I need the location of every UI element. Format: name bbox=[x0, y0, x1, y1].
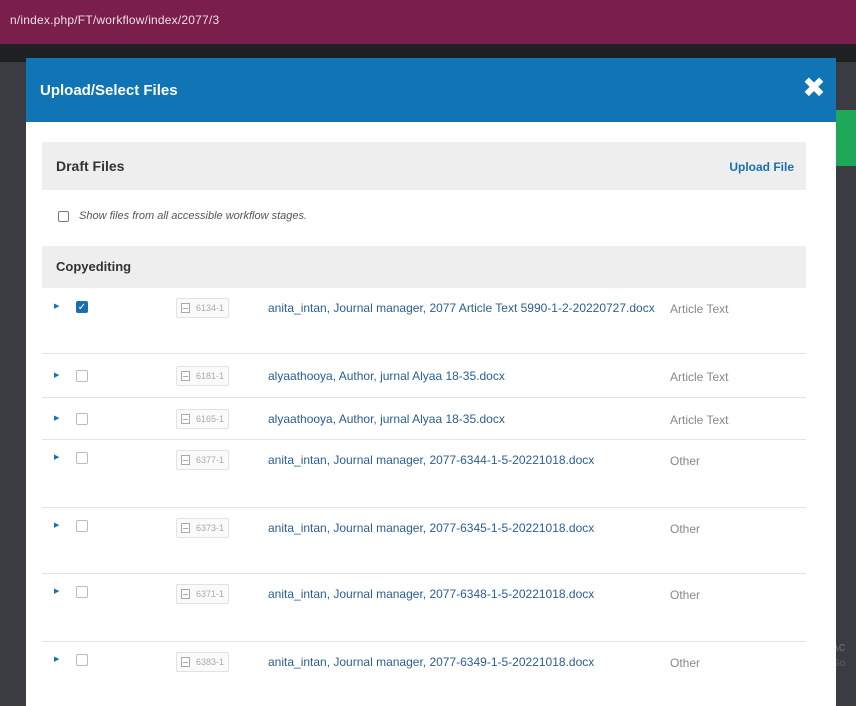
upload-file-link[interactable]: Upload File bbox=[729, 160, 794, 174]
file-name-link[interactable]: anita_intan, Journal manager, 2077 Artic… bbox=[176, 298, 656, 319]
page-left-edge bbox=[0, 62, 26, 706]
file-checkbox[interactable] bbox=[76, 413, 88, 425]
file-row: ▶ 6165-1 alyaathooya, Author, jurnal Aly… bbox=[42, 398, 806, 440]
file-row: ▶ 6383-1 anita_intan, Journal manager, 2… bbox=[42, 642, 806, 706]
expand-arrow-icon[interactable]: ▶ bbox=[54, 655, 59, 663]
modal-header: Upload/Select Files ✖ bbox=[26, 58, 836, 122]
file-name-link[interactable]: anita_intan, Journal manager, 2077-6348-… bbox=[176, 584, 656, 605]
close-icon[interactable]: ✖ bbox=[800, 74, 828, 102]
file-name: anita_intan, Journal manager, 2077-6348-… bbox=[268, 587, 595, 601]
file-checkbox[interactable] bbox=[76, 452, 88, 464]
file-type: Other bbox=[670, 522, 701, 536]
url-text: n/index.php/FT/workflow/index/2077/3 bbox=[10, 13, 220, 27]
file-checkbox[interactable] bbox=[76, 586, 88, 598]
file-type: Article Text bbox=[670, 302, 729, 316]
expand-arrow-icon[interactable]: ▶ bbox=[54, 302, 59, 310]
expand-arrow-icon[interactable]: ▶ bbox=[54, 414, 59, 422]
file-row: ▶ 6377-1 anita_intan, Journal manager, 2… bbox=[42, 440, 806, 508]
file-name: alyaathooya, Author, jurnal Alyaa 18-35.… bbox=[268, 369, 505, 383]
file-type: Article Text bbox=[670, 370, 729, 384]
file-checkbox[interactable]: ✓ bbox=[76, 301, 88, 313]
file-row: ▶ ✓ 6134-1 anita_intan, Journal manager,… bbox=[42, 290, 806, 354]
expand-arrow-icon[interactable]: ▶ bbox=[54, 453, 59, 461]
expand-arrow-icon[interactable]: ▶ bbox=[54, 371, 59, 379]
file-type: Article Text bbox=[670, 413, 729, 427]
page-green-button bbox=[836, 110, 856, 166]
file-name: anita_intan, Journal manager, 2077-6345-… bbox=[268, 521, 595, 535]
upload-select-files-modal: Upload/Select Files ✖ Draft Files Upload… bbox=[26, 58, 836, 706]
expand-arrow-icon[interactable]: ▶ bbox=[54, 587, 59, 595]
file-row: ▶ 6373-1 anita_intan, Journal manager, 2… bbox=[42, 508, 806, 574]
file-list: ▶ ✓ 6134-1 anita_intan, Journal manager,… bbox=[42, 290, 806, 706]
show-all-files-checkbox[interactable] bbox=[58, 210, 69, 222]
draft-files-title: Draft Files bbox=[56, 158, 125, 174]
file-checkbox[interactable] bbox=[76, 370, 88, 382]
modal-title: Upload/Select Files bbox=[40, 82, 178, 99]
file-row: ▶ 6181-1 alyaathooya, Author, jurnal Aly… bbox=[42, 354, 806, 398]
copyediting-header: Copyediting bbox=[42, 246, 806, 288]
show-all-files-option[interactable]: Show files from all accessible workflow … bbox=[58, 210, 307, 222]
draft-files-header: Draft Files Upload File bbox=[42, 142, 806, 190]
file-name-link[interactable]: anita_intan, Journal manager, 2077-6345-… bbox=[176, 518, 656, 539]
show-all-files-label: Show files from all accessible workflow … bbox=[79, 210, 308, 222]
file-name-link[interactable]: alyaathooya, Author, jurnal Alyaa 18-35.… bbox=[176, 366, 656, 387]
file-row: ▶ 6371-1 anita_intan, Journal manager, 2… bbox=[42, 574, 806, 642]
browser-url-bar[interactable]: n/index.php/FT/workflow/index/2077/3 bbox=[0, 0, 856, 44]
file-checkbox[interactable] bbox=[76, 654, 88, 666]
file-name: anita_intan, Journal manager, 2077-6344-… bbox=[268, 453, 595, 467]
file-type: Other bbox=[670, 454, 701, 468]
expand-arrow-icon[interactable]: ▶ bbox=[54, 521, 59, 529]
file-name-link[interactable]: anita_intan, Journal manager, 2077-6349-… bbox=[176, 652, 656, 673]
file-name: alyaathooya, Author, jurnal Alyaa 18-35.… bbox=[268, 412, 505, 426]
file-checkbox[interactable] bbox=[76, 520, 88, 532]
file-name-link[interactable]: alyaathooya, Author, jurnal Alyaa 18-35.… bbox=[176, 409, 656, 430]
file-type: Other bbox=[670, 656, 701, 670]
copyediting-title: Copyediting bbox=[56, 259, 132, 274]
file-type: Other bbox=[670, 588, 701, 602]
file-name: anita_intan, Journal manager, 2077-6349-… bbox=[268, 655, 595, 669]
file-name-link[interactable]: anita_intan, Journal manager, 2077-6344-… bbox=[176, 450, 656, 471]
file-name: anita_intan, Journal manager, 2077 Artic… bbox=[268, 301, 655, 315]
